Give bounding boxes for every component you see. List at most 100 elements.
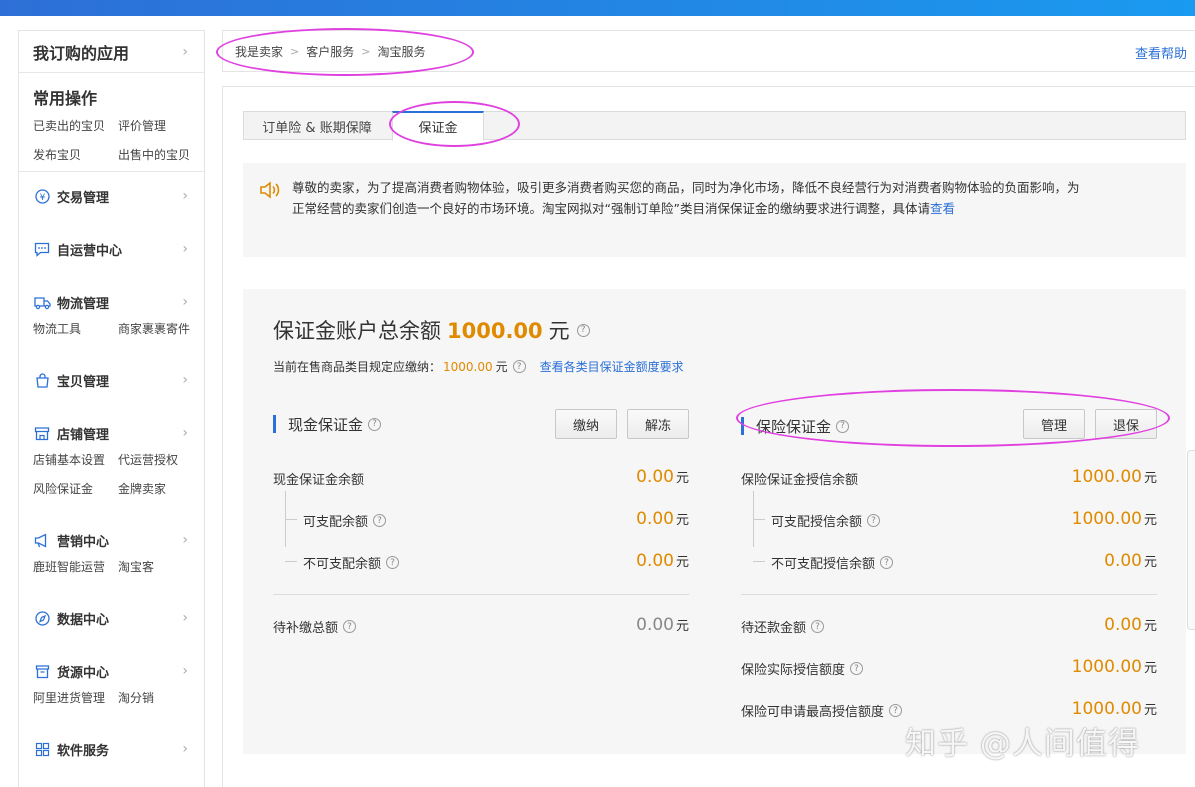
grid-icon	[33, 741, 51, 757]
sidebar-section-label: 交易管理	[57, 190, 110, 206]
divider	[273, 594, 689, 595]
row-label: 现金保证金余额	[273, 473, 365, 488]
required-unit: 元	[495, 360, 508, 374]
breadcrumb-taobao-service: 淘宝服务	[377, 44, 426, 59]
sidebar-section-logistics[interactable]: 物流管理 › 物流工具 商家裹裹寄件	[19, 292, 204, 337]
help-circle-icon[interactable]: ?	[836, 419, 850, 433]
total-balance-amount: 1000.00	[447, 319, 543, 343]
sidebar-section-trade[interactable]: ¥ 交易管理 ›	[19, 186, 204, 206]
sidebar-section-data[interactable]: 数据中心 ›	[19, 608, 204, 628]
sidebar-section-marketing[interactable]: 营销中心 › 鹿班智能运营 淘宝客	[19, 530, 204, 575]
insurance-actual-credit-row: 保险实际授信额度? 1000.00 元	[741, 657, 1157, 678]
common-actions-title: 常用操作	[33, 89, 98, 108]
help-circle-icon[interactable]: ?	[880, 556, 894, 569]
sidebar-section-store[interactable]: 店铺管理 › 店铺基本设置 代运营授权 风险保证金 金牌卖家	[19, 423, 204, 497]
help-link[interactable]: 查看帮助	[1135, 43, 1187, 62]
top-banner	[0, 0, 1195, 16]
help-circle-icon[interactable]: ?	[811, 620, 825, 633]
help-circle-icon[interactable]: ?	[889, 704, 903, 717]
my-apps-label: 我订购的应用	[33, 43, 130, 63]
insurance-max-credit-row: 保险可申请最高授信额度? 1000.00 元	[741, 699, 1157, 720]
risk-deposit-link[interactable]: 风险保证金	[33, 480, 118, 497]
help-circle-icon[interactable]: ?	[386, 556, 400, 569]
insurance-deposit-title: 保险保证金?	[741, 417, 850, 436]
cash-deposit-title-text: 现金保证金	[288, 415, 364, 434]
scrollbar[interactable]	[1187, 450, 1195, 630]
insurance-credit-balance-row: 保险保证金授信余额 1000.00 元	[741, 467, 1157, 488]
row-unit: 元	[1143, 555, 1157, 570]
help-circle-icon[interactable]: ?	[850, 662, 864, 675]
common-actions-links: 已卖出的宝贝 评价管理 发布宝贝 出售中的宝贝	[33, 117, 204, 163]
ali-purchase-link[interactable]: 阿里进货管理	[33, 689, 118, 706]
category-requirements-link[interactable]: 查看各类目保证金额度要求	[540, 358, 684, 375]
taofenxiao-link[interactable]: 淘分销	[118, 689, 203, 706]
row-unit: 元	[1143, 703, 1157, 718]
review-manage-link[interactable]: 评价管理	[118, 117, 203, 134]
on-sale-items-link[interactable]: 出售中的宝贝	[118, 146, 203, 163]
sidebar: 我订购的应用 › 常用操作 已卖出的宝贝 评价管理 发布宝贝 出售中的宝贝 ¥ …	[18, 30, 205, 787]
manage-button[interactable]: 管理	[1023, 409, 1085, 439]
taobaoke-link[interactable]: 淘宝客	[118, 558, 203, 575]
tab-bar: 订单险 & 账期保障 保证金	[243, 111, 1186, 141]
divider	[741, 594, 1157, 595]
help-circle-icon[interactable]: ?	[576, 323, 590, 337]
row-label: 不可支配余额	[303, 557, 382, 572]
megaphone-icon	[33, 532, 51, 548]
cash-deposit-section: 现金保证金? 缴纳 解冻 现金保证金余额 0.00 元 可支配余额? 0.00 元 …	[273, 409, 689, 739]
help-circle-icon[interactable]: ?	[867, 514, 881, 527]
watermark: 知乎 @人间值得	[905, 726, 1140, 762]
publish-item-link[interactable]: 发布宝贝	[33, 146, 118, 163]
sidebar-section-self-ops[interactable]: 自运营中心 ›	[19, 239, 204, 259]
chevron-right-icon: ›	[182, 610, 188, 626]
help-circle-icon[interactable]: ?	[343, 620, 357, 633]
chevron-right-icon: ›	[182, 663, 188, 679]
row-label: 不可支配授信余额	[771, 557, 876, 572]
sidebar-section-sourcing[interactable]: 货源中心 › 阿里进货管理 淘分销	[19, 661, 204, 706]
pay-button[interactable]: 缴纳	[555, 409, 617, 439]
tab-order-insurance[interactable]: 订单险 & 账期保障	[244, 111, 390, 141]
store-settings-link[interactable]: 店铺基本设置	[33, 451, 118, 468]
sidebar-section-software[interactable]: 软件服务 ›	[19, 739, 204, 759]
logistics-tools-link[interactable]: 物流工具	[33, 320, 118, 337]
row-label: 保险保证金授信余额	[741, 473, 859, 488]
breadcrumb-customer-service[interactable]: 客户服务	[306, 43, 354, 60]
row-value: 0.00	[636, 615, 674, 635]
tab-deposit[interactable]: 保证金	[392, 111, 484, 141]
sidebar-section-label: 数据中心	[57, 612, 110, 628]
help-circle-icon[interactable]: ?	[373, 514, 387, 527]
breadcrumb: 我是卖家 > 客户服务 > 淘宝服务 查看帮助	[222, 30, 1195, 72]
row-label: 可支配授信余额	[771, 515, 863, 530]
cash-deposit-title: 现金保证金?	[273, 415, 382, 434]
notice-view-link[interactable]: 查看	[930, 201, 955, 216]
row-unit: 元	[1143, 661, 1157, 676]
insurance-unavailable-row: 不可支配授信余额? 0.00 元	[741, 551, 1157, 572]
row-unit: 元	[1143, 619, 1157, 634]
help-circle-icon[interactable]: ?	[512, 360, 526, 373]
total-balance-title: 保证金账户总余额	[273, 319, 441, 343]
chevron-right-icon: ›	[182, 425, 188, 441]
total-balance-unit: 元	[548, 319, 570, 343]
cash-balance-row: 现金保证金余额 0.00 元	[273, 467, 689, 488]
sidebar-section-items[interactable]: 宝贝管理 ›	[19, 370, 204, 390]
breadcrumb-seller[interactable]: 我是卖家	[235, 43, 283, 60]
sidebar-section-label: 自运营中心	[57, 243, 123, 259]
sold-items-link[interactable]: 已卖出的宝贝	[33, 117, 118, 134]
agent-auth-link[interactable]: 代运营授权	[118, 451, 203, 468]
bag-icon	[33, 372, 51, 388]
gold-seller-link[interactable]: 金牌卖家	[118, 480, 203, 497]
row-value: 0.00	[636, 509, 674, 529]
row-unit: 元	[1143, 513, 1157, 528]
my-apps-item[interactable]: 我订购的应用 ›	[19, 31, 204, 73]
chevron-right-icon: ›	[182, 43, 188, 60]
luban-ops-link[interactable]: 鹿班智能运营	[33, 558, 118, 575]
main-content: 订单险 & 账期保障 保证金 尊敬的卖家，为了提高消费者购物体验，吸引更多消费者…	[222, 86, 1195, 787]
surrender-button[interactable]: 退保	[1095, 409, 1157, 439]
row-label: 保险可申请最高授信额度	[741, 705, 885, 720]
guoguo-shipping-link[interactable]: 商家裹裹寄件	[118, 320, 203, 337]
sidebar-section-label: 店铺管理	[57, 427, 110, 443]
row-value: 0.00	[636, 467, 674, 487]
cash-available-row: 可支配余额? 0.00 元	[273, 509, 689, 530]
row-label: 待还款金额	[741, 621, 807, 636]
help-circle-icon[interactable]: ?	[368, 417, 382, 431]
unfreeze-button[interactable]: 解冻	[627, 409, 689, 439]
